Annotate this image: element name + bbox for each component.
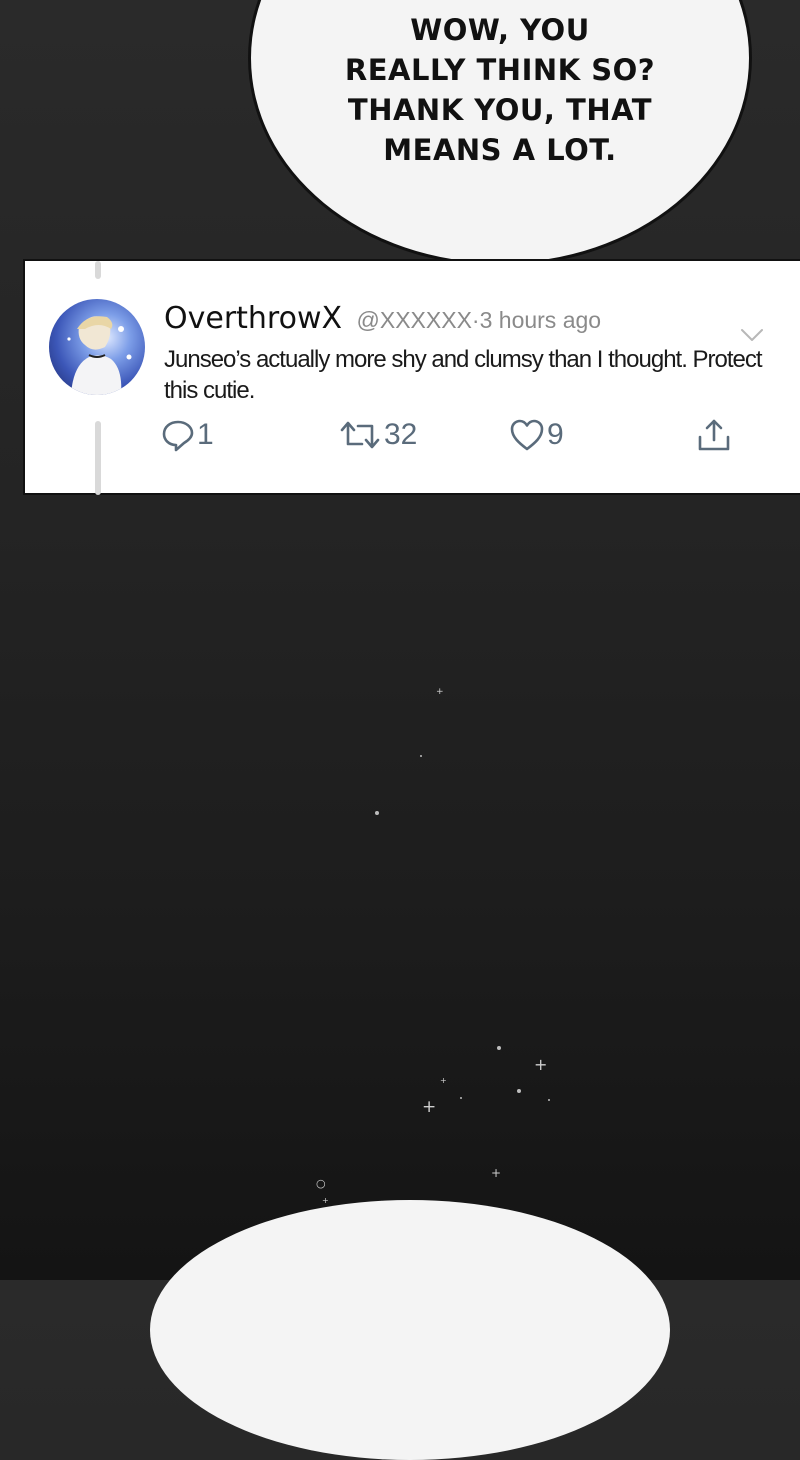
timestamp[interactable]: 3 hours ago [480, 307, 601, 333]
sparkle-dot [517, 1089, 521, 1093]
retweet-button[interactable]: 32 [338, 415, 417, 455]
thread-line-top [95, 261, 101, 279]
retweet-count: 32 [384, 418, 418, 451]
reply-icon [161, 418, 195, 452]
sparkle-dot [460, 1097, 462, 1099]
speech-bubble-bottom [150, 1200, 670, 1460]
handle[interactable]: @XXXXXX [357, 307, 472, 333]
thread-line-bottom [95, 421, 101, 495]
sparkle-icon: ○ [316, 1177, 326, 1190]
sparkle-dot [420, 755, 422, 757]
like-count: 9 [547, 418, 564, 451]
avatar[interactable] [49, 299, 145, 395]
sparkle-dot [548, 1099, 550, 1101]
speech-bubble-text: WOW, YOU REALLY THINK SO? THANK YOU, THA… [344, 13, 656, 167]
sparkle-dot [497, 1046, 501, 1050]
tweet-text: Junseo’s actually more shy and clumsy th… [164, 346, 763, 404]
sparkle-dot [375, 811, 379, 815]
sparkle-icon: + [436, 687, 444, 697]
sparkle-icon: + [440, 1076, 447, 1085]
tweet-header: OverthrowX @XXXXXX·3 hours ago [164, 301, 601, 336]
tweet-card[interactable]: OverthrowX @XXXXXX·3 hours ago Junseo’s … [23, 259, 800, 495]
like-button[interactable]: 9 [509, 415, 564, 455]
meta-separator: · [471, 307, 480, 333]
display-name[interactable]: OverthrowX [164, 301, 342, 336]
retweet-icon [338, 418, 382, 452]
share-button[interactable] [696, 415, 732, 455]
sparkle-icon: + [534, 1055, 548, 1074]
sparkle-icon: + [322, 1196, 329, 1205]
comic-panel: WOW, YOU REALLY THINK SO? THANK YOU, THA… [0, 0, 800, 1460]
avatar-image [49, 299, 145, 395]
share-icon [696, 417, 732, 453]
sparkle-icon: + [422, 1097, 437, 1117]
heart-icon [509, 418, 545, 452]
sparkle-icon: + [491, 1166, 502, 1180]
reply-button[interactable]: 1 [161, 415, 214, 455]
reply-count: 1 [197, 418, 214, 451]
tweet-actions: 1 32 9 [161, 415, 741, 455]
